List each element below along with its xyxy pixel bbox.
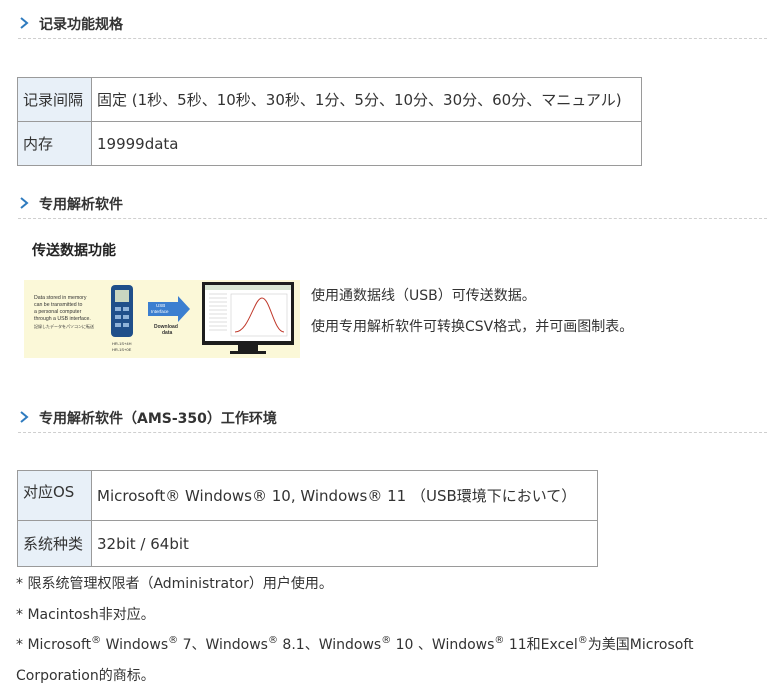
download-label: data [162,330,173,336]
chevron-right-icon [20,17,29,29]
transfer-diagram: Data stored in memory can be transmitted… [34,282,294,354]
usb-label: Interface [151,309,169,314]
memory-text-jp: 記録したデータをパソコンに転送 [34,323,94,329]
note-macintosh: * Macintosh非对应。 [16,607,155,623]
section-header-environment: 专用解析软件（AMS-350）工作环境 [18,402,767,433]
model-label: HR-1S+0E [112,347,132,352]
note-trademark-cont: Corporation的商标。 [16,668,155,684]
section-title: 专用解析软件 [39,197,123,213]
section-title: 专用解析软件（AMS-350）工作环境 [39,411,277,427]
monitor-icon [202,282,294,354]
row-label: 记录间隔 [17,77,92,122]
row-value: Microsoft® Windows® 10, Windows® 11 （USB… [91,470,598,521]
transfer-desc-line: 使用专用解析软件可转换CSV格式，并可画图制表。 [311,319,634,335]
section-header-record: 记录功能规格 [18,8,767,39]
chevron-right-icon [20,197,29,209]
table-row: 内存 19999data [17,121,642,166]
row-label: 对应OS [17,470,92,521]
section-header-software: 专用解析软件 [18,188,767,219]
transfer-illustration: Data stored in memory can be transmitted… [24,280,300,358]
transfer-desc-line: 使用通数据线（USB）可传送数据。 [311,288,536,304]
memory-text: through a USB interface. [34,316,91,322]
chevron-right-icon [20,411,29,423]
environment-table: 对应OS Microsoft® Windows® 10, Windows® 11… [17,470,598,567]
memory-text: a personal computer [34,309,82,315]
memory-text: can be transmitted to [34,302,83,308]
row-label: 内存 [17,121,92,166]
note-admin: * 限系统管理权限者（Administrator）用户使用。 [16,576,333,592]
table-row: 对应OS Microsoft® Windows® 10, Windows® 11… [17,470,598,521]
data-logger-device-icon [111,285,133,337]
row-value: 19999data [91,121,642,166]
row-value: 固定 (1秒、5秒、10秒、30秒、1分、5分、10分、30分、60分、マニュア… [91,77,642,122]
usb-arrow-icon: USB Interface Download data [148,296,190,336]
model-label: HR-1S+4H [112,341,132,346]
transfer-subtitle: 传送数据功能 [32,243,116,259]
table-row: 系统种类 32bit / 64bit [17,520,598,567]
note-trademark: * Microsoft® Windows® 7、Windows® 8.1、Win… [16,635,694,653]
section-title: 记录功能规格 [39,17,123,33]
row-value: 32bit / 64bit [91,520,598,567]
usb-label: USB [156,303,165,308]
record-spec-table: 记录间隔 固定 (1秒、5秒、10秒、30秒、1分、5分、10分、30分、60分… [17,77,642,166]
memory-text: Data stored in memory [34,295,87,301]
row-label: 系统种类 [17,520,92,567]
table-row: 记录间隔 固定 (1秒、5秒、10秒、30秒、1分、5分、10分、30分、60分… [17,77,642,122]
